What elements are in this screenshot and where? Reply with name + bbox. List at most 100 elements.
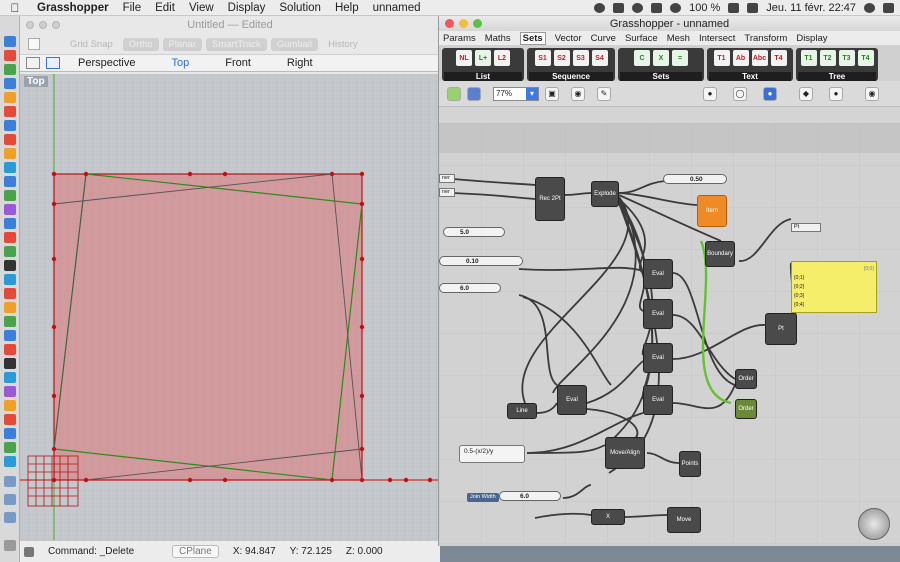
preview-mesh-quality-icon[interactable]: ◉ <box>865 86 879 101</box>
smarttrack-toggle[interactable]: SmartTrack <box>206 37 267 51</box>
dock-app-icon[interactable] <box>4 36 16 47</box>
minimize-button[interactable] <box>459 19 468 28</box>
dock-app-icon[interactable] <box>4 456 16 467</box>
dock-app-icon[interactable] <box>4 372 16 383</box>
close-button[interactable] <box>26 21 34 29</box>
tab-curve[interactable]: Curve <box>591 33 616 44</box>
dock-app-icon[interactable] <box>4 274 16 285</box>
gumball-toggle[interactable]: Gumball <box>270 37 319 51</box>
top-viewport[interactable]: Top <box>20 74 440 540</box>
dock-folder-icon[interactable] <box>4 476 16 487</box>
param-stub[interactable]: ner <box>439 188 455 197</box>
rec-2pt-component[interactable]: Rec 2Pt <box>535 177 565 221</box>
slider-5-0[interactable]: 5.0 <box>443 227 505 237</box>
order-component-selected[interactable]: Order <box>735 399 757 419</box>
sketch-pen-icon[interactable]: ✎ <box>597 86 611 101</box>
menu-display[interactable]: Display <box>221 2 273 14</box>
named-views-eye-icon[interactable]: ◉ <box>571 86 585 101</box>
boundary-component[interactable]: Boundary <box>705 241 735 267</box>
eval-component[interactable]: Eval <box>557 385 587 415</box>
dock-app-icon[interactable] <box>4 232 16 243</box>
zoom-level-select[interactable]: 77% ▾ <box>493 86 539 101</box>
simplify-tree-icon[interactable]: T3 <box>838 50 855 66</box>
cloud-icon[interactable] <box>594 2 606 13</box>
menubar-clock[interactable]: Jeu. 11 févr. 22:47 <box>766 2 856 14</box>
ribbon-group-label[interactable]: Sequence <box>529 72 613 81</box>
dock-app-icon[interactable] <box>4 148 16 159</box>
ortho-toggle[interactable]: Ortho <box>122 37 159 51</box>
text-split-icon[interactable]: T1 <box>713 50 730 66</box>
slider-6-0[interactable]: 6.0 <box>439 283 501 293</box>
canvas-navigation-widget-icon[interactable] <box>858 508 890 540</box>
order-component[interactable]: Order <box>735 369 757 389</box>
menu-edit[interactable]: Edit <box>148 2 182 14</box>
eval-component[interactable]: Eval <box>643 259 673 289</box>
dock-app-icon[interactable] <box>4 442 16 453</box>
minimize-button[interactable] <box>39 21 47 29</box>
tab-maths[interactable]: Maths <box>485 33 511 44</box>
dock-app-icon[interactable] <box>4 78 16 89</box>
move-align-component[interactable]: Move/Align <box>605 437 645 469</box>
set-equality-icon[interactable]: = <box>672 50 688 66</box>
ribbon-group-label[interactable]: Tree <box>798 72 876 81</box>
notification-list-icon[interactable] <box>883 2 894 13</box>
dock-app-icon[interactable] <box>4 176 16 187</box>
grid-snap-toggle[interactable]: Grid Snap <box>64 38 119 51</box>
volume-icon[interactable] <box>670 2 682 13</box>
dock-folder-icon[interactable] <box>4 494 16 505</box>
dock-app-icon[interactable] <box>4 428 16 439</box>
series-icon[interactable]: S3 <box>572 50 589 66</box>
dock-app-icon[interactable] <box>4 50 16 61</box>
text-concat-icon[interactable]: Abc <box>751 50 768 66</box>
command-line[interactable]: Command: _Delete <box>48 546 158 557</box>
graft-tree-icon[interactable]: T2 <box>819 50 836 66</box>
tab-mesh[interactable]: Mesh <box>667 33 690 44</box>
dock-app-icon[interactable] <box>4 120 16 131</box>
move-component[interactable]: Move <box>667 507 701 533</box>
battery-icon[interactable] <box>728 2 740 13</box>
bluetooth-icon[interactable] <box>651 2 663 13</box>
save-file-icon[interactable] <box>467 86 481 101</box>
yellow-panel[interactable]: {0;0} {0;1} {0;2} {0;3} {0;4} <box>791 261 877 313</box>
range-icon[interactable]: S4 <box>591 50 608 66</box>
tab-perspective[interactable]: Perspective <box>60 57 153 69</box>
join-width-label[interactable]: Join Width <box>467 493 499 502</box>
menu-file[interactable]: File <box>116 2 149 14</box>
cull-pattern-icon[interactable]: S1 <box>534 50 551 66</box>
search-icon[interactable] <box>864 2 875 13</box>
text-case-icon[interactable]: Ab <box>732 50 749 66</box>
param-stub[interactable]: ner <box>439 174 455 183</box>
menu-solution[interactable]: Solution <box>272 2 328 14</box>
dock-app-icon[interactable] <box>4 64 16 75</box>
ribbon-group-label[interactable]: List <box>444 72 522 81</box>
viewport-label[interactable]: Top <box>24 76 48 87</box>
apple-logo-icon[interactable]:  <box>0 1 30 15</box>
dock-app-icon[interactable] <box>4 400 16 411</box>
slider-join-width[interactable]: 6.0 <box>499 491 561 501</box>
preview-off-icon[interactable]: ● <box>703 86 717 101</box>
menu-unnamed[interactable]: unnamed <box>366 2 428 14</box>
explode-component[interactable]: Explode <box>591 181 619 207</box>
preview-shaded-icon[interactable]: ● <box>763 86 777 101</box>
list-item-component[interactable]: Item <box>697 195 727 227</box>
dock-app-icon[interactable] <box>4 162 16 173</box>
preview-selected-icon[interactable]: ◆ <box>799 86 813 101</box>
dock-app-icon[interactable] <box>4 204 16 215</box>
single-view-layout-icon[interactable] <box>46 57 60 69</box>
dock-app-icon[interactable] <box>4 344 16 355</box>
rectangle-surface[interactable] <box>53 173 363 481</box>
text-length-icon[interactable]: T4 <box>770 50 787 66</box>
list-insert-icon[interactable]: L+ <box>475 50 491 66</box>
wifi-icon[interactable] <box>632 2 644 13</box>
x-component[interactable]: X <box>591 509 625 525</box>
tab-intersect[interactable]: Intersect <box>699 33 735 44</box>
document-preview-settings-icon[interactable]: ● <box>829 86 843 101</box>
dock-app-icon[interactable] <box>4 316 16 327</box>
eval-component[interactable]: Eval <box>643 343 673 373</box>
dock-app-icon[interactable] <box>4 190 16 201</box>
history-toggle[interactable]: History <box>322 38 364 51</box>
tab-top[interactable]: Top <box>153 57 207 69</box>
close-button[interactable] <box>445 19 454 28</box>
dock-app-icon[interactable] <box>4 302 16 313</box>
explode-tree-icon[interactable]: T4 <box>857 50 874 66</box>
